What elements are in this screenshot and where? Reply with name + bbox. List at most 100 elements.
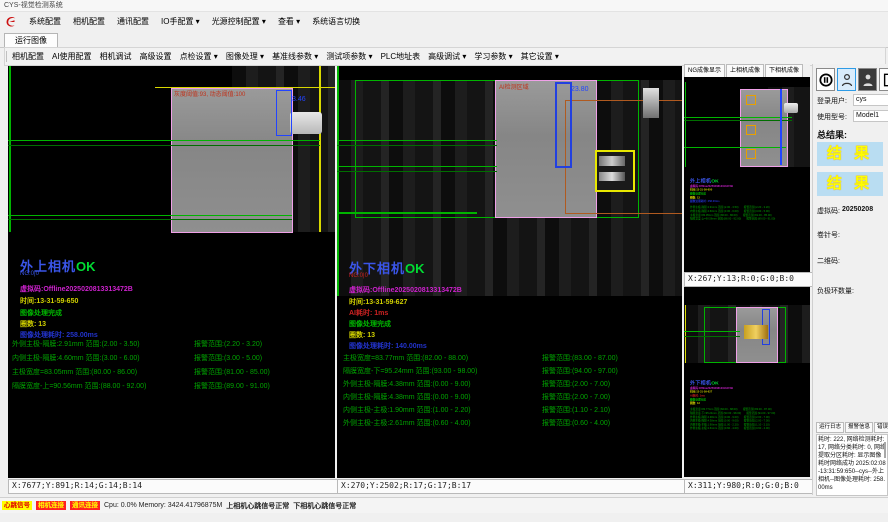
middle-measure-value: 23.80 (571, 86, 589, 93)
mini2-ok-status: OK (711, 380, 718, 386)
tool-ai-config[interactable]: AI使用配置 (48, 50, 96, 63)
tool-plc-table[interactable]: PLC地址表 (377, 50, 425, 63)
tool-spot-check[interactable]: 点检设置 ▾ (176, 50, 222, 63)
app-window: CYS-视觉检测系统 系统配置 相机配置 通讯配置 IO手配置 ▾ 光源控制配置… (0, 0, 888, 522)
middle-blue-measure-box (555, 82, 572, 168)
sidebar-button-row (816, 68, 888, 91)
mini2-green-hline-1 (684, 331, 740, 332)
mini1-measure-row: 隔膜宽度-上=90.56mm 范围:(88.00 - 92.00) (690, 217, 741, 221)
mini-tab-row: NG成像显示 上相机成像 下相机成像 (684, 64, 810, 78)
left-measure-row: 主极宽度=83.05mm 范围:(80.00 - 86.00) (12, 367, 137, 377)
mini1-blue-line (780, 89, 782, 165)
left-measure-value: 3.46 (292, 96, 306, 103)
tool-test-params[interactable]: 测试项参数 ▾ (322, 50, 376, 63)
comm-link-badge: 通讯连接 (70, 501, 100, 510)
left-yellow-vline (319, 66, 321, 232)
mini1-green-hline-2 (684, 120, 792, 121)
tool-learning-params[interactable]: 学习参数 ▾ (470, 50, 516, 63)
result-box-upper: 结 果 (817, 142, 883, 166)
mini1-connector-part (784, 103, 798, 113)
mini1-overlay: 外上相机OK 虚拟码:Offline2025020813313472B 时间:1… (690, 177, 810, 221)
left-green-hline-1 (8, 140, 320, 141)
middle-measure-row: 内侧主极-主极:1.90mm 范围:(1.00 - 2.20) (343, 405, 471, 415)
left-green-hline-2 (8, 145, 320, 146)
sidebar: 登录用户: cys 使用型号: Model1 总结果: 结 果 结 果 虚拟码:… (812, 64, 888, 495)
middle-alarm-row: 报警范围:(1.10 - 2.10) (542, 405, 610, 415)
mini1-orange-box-1 (746, 95, 756, 105)
vcode-row: 虚拟码: 20250208 (817, 206, 873, 216)
mini-lower-camera-view[interactable]: 外下相机OK 虚拟码:Offline2025020813313472B 时间:1… (684, 287, 810, 477)
tab-run-image[interactable]: 运行图像 (4, 33, 58, 48)
mini2-overlay: 外下相机OK 虚拟码:Offline2025020813313472B 时间:1… (690, 379, 810, 430)
mini2-yellow-vline (685, 305, 686, 363)
left-measure-row: 内侧主极-隔膜:4.60mm 范围:(3.00 - 6.00) (12, 353, 140, 363)
menu-io-config[interactable]: IO手配置 ▾ (156, 14, 205, 29)
tab-row: 运行图像 (0, 31, 888, 48)
left-threshold-label: 灰度阈值:93, 动态阈值:100 (174, 89, 245, 98)
switch-user-button[interactable] (858, 68, 877, 91)
mini1-ok-status: OK (711, 178, 718, 184)
menu-camera-config[interactable]: 相机配置 (68, 14, 110, 29)
mini-tab-ng-display[interactable]: NG成像显示 (684, 64, 725, 77)
login-user-label: 登录用户: (817, 96, 847, 106)
menu-system-config[interactable]: 系统配置 (24, 14, 66, 29)
model-label: 使用型号: (817, 112, 847, 122)
log-tab-error[interactable]: 错误信息 (874, 422, 888, 433)
mini-tab-lower-camera[interactable]: 下相机成像 (765, 64, 803, 77)
middle-reflection-spot (643, 88, 659, 118)
log-tab-run[interactable]: 运行日志 (816, 422, 844, 433)
middle-green-hline-5 (337, 212, 477, 214)
tool-other-settings[interactable]: 其它设置 ▾ (517, 50, 563, 63)
middle-alarm-row: 报警范围:(83.00 - 87.00) (542, 353, 618, 363)
left-camera-view[interactable]: 灰度阈值:93, 动态阈值:100 3.46 外上相机OK NG:0|0 虚拟码… (8, 66, 335, 478)
tool-baseline-params[interactable]: 基准线参数 ▾ (268, 50, 322, 63)
menu-view[interactable]: 查看 ▾ (273, 14, 305, 29)
middle-time-text: 时间:13-31-59-627 (349, 297, 407, 307)
upper-camera-heartbeat-text: 上相机心跳信号正常 (226, 501, 289, 511)
login-user-button[interactable] (837, 68, 856, 91)
qr-label: 二维码: (817, 256, 840, 266)
tool-image-process[interactable]: 图像处理 ▾ (222, 50, 268, 63)
tool-advanced-settings[interactable]: 高级设置 (136, 50, 176, 63)
mini1-orange-box-2 (746, 125, 756, 135)
left-green-hline-4 (8, 219, 292, 220)
log-text: 耗时: 222, 网络检测耗时: 17, 网络分类耗时: 0, 网络提取分区耗时… (818, 436, 886, 492)
left-time-text: 时间:13-31-59-650 (20, 296, 78, 306)
middle-camera-view[interactable]: AI检测区域 23.80 外下相机OK NG:0|0 虚拟码:Offline20… (337, 66, 682, 478)
middle-weld-highlight-2 (599, 172, 625, 181)
menu-language[interactable]: 系统语言切换 (307, 14, 365, 29)
pause-button[interactable] (816, 68, 835, 91)
mini2-green-hline-2 (684, 336, 740, 337)
model-value[interactable]: Model1 (853, 110, 888, 122)
left-barcode-text: 虚拟码:Offline2025020813313472B (20, 284, 133, 294)
mini1-alarm-row: 报警范围:(89.00 - 91.00) (746, 217, 775, 221)
left-alarm-row: 报警范围:(3.00 - 5.00) (194, 353, 262, 363)
log-tab-alarm[interactable]: 报警信息 (845, 422, 873, 433)
mini-tab-upper-camera[interactable]: 上相机成像 (726, 64, 764, 77)
log-text-area[interactable]: 耗时: 222, 网络检测耗时: 17, 网络分类耗时: 0, 网络提取分区耗时… (816, 434, 888, 496)
middle-measure-row: 内侧主极-隔膜:4.38mm 范围:(0.00 - 9.00) (343, 392, 471, 402)
tool-camera-debug[interactable]: 相机调试 (96, 50, 136, 63)
menu-comm-config[interactable]: 通讯配置 (112, 14, 154, 29)
middle-weld-highlight-1 (599, 156, 625, 166)
tool-camera-config[interactable]: 相机配置 (8, 50, 48, 63)
middle-turns-text: 圈数: 13 (349, 330, 375, 340)
left-ng-counter: NG:0|0 (20, 271, 39, 277)
vcode-label: 虚拟码: (817, 206, 840, 216)
log-scrollbar[interactable] (884, 442, 886, 458)
left-pixel-statusbar: X:7677;Y:891;R:14;G:14;B:14 (8, 479, 338, 494)
tool-advanced-debug[interactable]: 高级调试 ▾ (424, 50, 470, 63)
mini-upper-camera-view[interactable]: 外上相机OK 虚拟码:Offline2025020813313472B 时间:1… (684, 77, 810, 272)
middle-green-hline-2 (337, 145, 497, 146)
window-title: CYS-视觉检测系统 (4, 2, 63, 9)
left-alarm-row: 报警范围:(81.00 - 85.00) (194, 367, 270, 377)
middle-measure-row: 外侧主极-隔膜:4.38mm 范围:(0.00 - 9.00) (343, 379, 471, 389)
exit-button[interactable] (879, 68, 888, 91)
lower-camera-heartbeat-text: 下相机心跳信号正常 (293, 501, 356, 511)
login-user-value[interactable]: cys (853, 94, 888, 106)
exit-door-icon (882, 73, 888, 87)
mini-upper-pixel-statusbar: X:267;Y:13;R:0;G:0;B:0 (684, 272, 813, 287)
left-green-vline (9, 66, 11, 232)
mini1-green-hline-1 (684, 117, 792, 118)
menu-light-config[interactable]: 光源控制配置 ▾ (207, 14, 271, 29)
